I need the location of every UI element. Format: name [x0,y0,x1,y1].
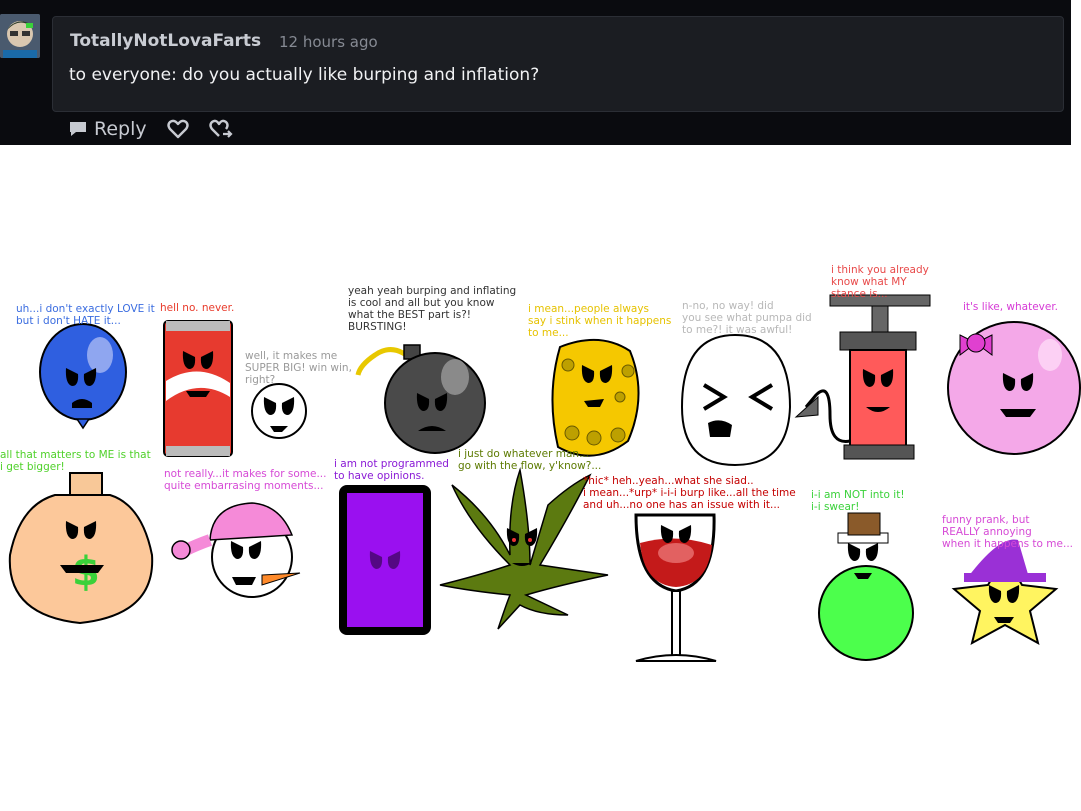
soda-can-speech: hell no. never. [160,302,235,314]
pump-character [794,294,931,460]
sponge-speech: i mean...people always say i stink when … [528,303,672,339]
green-ball-speech: i-i am NOT into it! i-i swear! [811,489,905,513]
comment-actions: Reply [68,116,253,142]
wine-glass-character [634,513,717,662]
comment-panel: TotallyNotLovaFarts 12 hours ago to ever… [0,0,1071,145]
reply-label: Reply [94,118,147,140]
character-drawing: $ [0,145,1081,811]
egg-speech: n-no, no way! did you see what pumpa did… [682,300,812,336]
share-button[interactable] [208,118,233,140]
heart-icon [166,119,189,139]
balloon-character [39,323,127,430]
heart-share-icon [208,118,233,140]
pink-ball-speech: it's like, whatever. [963,301,1059,313]
egg-character [680,333,792,467]
bomb-character [355,344,486,454]
comment-timestamp[interactable]: 12 hours ago [279,33,378,51]
star-character [951,539,1059,645]
money-bag-character: $ [8,472,154,625]
phone-speech: i am not programmed to have opinions. [334,458,449,482]
user-avatar[interactable] [0,14,40,58]
pink-ball-character [947,321,1081,455]
pump-speech: i think you already know what MY stance … [831,264,929,300]
phone-character [339,485,431,635]
reply-icon [68,120,88,138]
like-button[interactable] [166,119,189,139]
ball-speech: well, it makes me SUPER BIG! win win, ri… [245,350,352,386]
wine-glass-speech: *hic* heh..yeah...what she siad.. i mean… [583,475,796,511]
star-speech: funny prank, but REALLY annoying when it… [942,514,1073,550]
character-illustration: $ [8,294,1081,662]
comment-text: to everyone: do you actually like burpin… [69,65,540,85]
soda-can-character [163,320,233,457]
bomb-speech: yeah yeah burping and inflating is cool … [348,285,517,333]
comment-box: TotallyNotLovaFarts 12 hours ago to ever… [52,16,1064,112]
reply-button[interactable]: Reply [68,118,147,140]
snowman-speech: not really...it makes for some... quite … [164,468,327,492]
small-ball-character [251,383,307,439]
balloon-speech: uh...i don't exactly LOVE it but i don't… [16,303,155,327]
sponge-character [551,338,640,457]
snowman-character [171,502,301,598]
leaf-speech: i just do whatever man... go with the fl… [458,448,602,472]
money-bag-speech: all that matters to ME is that i get big… [0,449,151,473]
green-ball-character [818,512,914,661]
comment-username[interactable]: TotallyNotLovaFarts [70,31,261,51]
